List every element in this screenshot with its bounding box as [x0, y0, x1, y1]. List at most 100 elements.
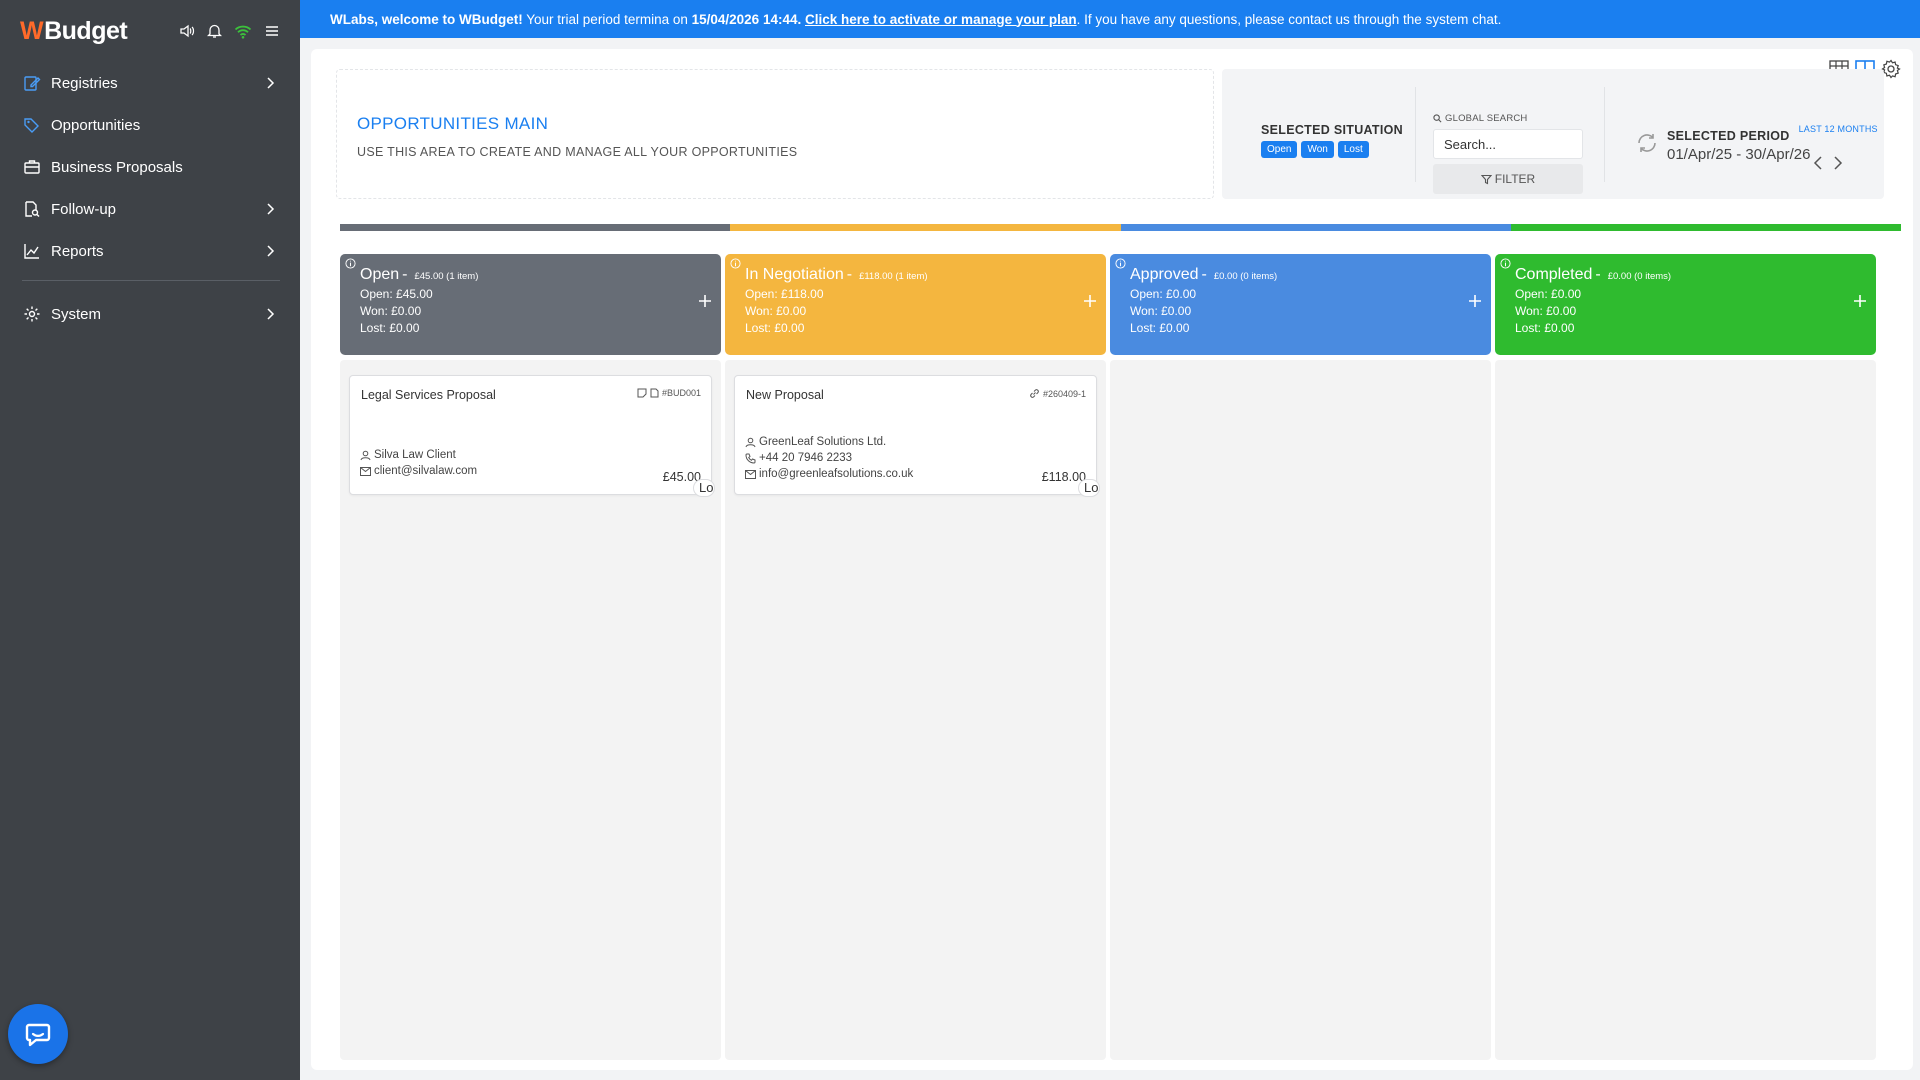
sidebar-item-label: Reports: [51, 242, 104, 260]
column-body: New Proposal #260409-1 GreenLeaf Solutio…: [725, 360, 1106, 1060]
period-title-row: SELECTED PERIOD LAST 12 MONTHS: [1667, 124, 1878, 143]
pill-open[interactable]: Open: [1261, 141, 1298, 158]
column-in-negotiation: In Negotiation - £118.00 (1 item) Open: …: [725, 254, 1106, 1060]
column-title-row: Completed - £0.00 (0 items): [1515, 266, 1672, 283]
settings-icon[interactable]: [1881, 59, 1901, 79]
sidebar-item-opportunities[interactable]: Opportunities: [0, 104, 300, 146]
chart-icon: [22, 241, 42, 261]
activate-plan-link[interactable]: Click here to activate or manage your pl…: [805, 12, 1077, 27]
progress-completed: [1510, 224, 1901, 231]
top-icons: [179, 23, 280, 39]
sidebar-item-label: Opportunities: [51, 116, 141, 134]
opportunity-card[interactable]: New Proposal #260409-1 GreenLeaf Solutio…: [734, 375, 1100, 497]
pill-won[interactable]: Won: [1301, 141, 1334, 158]
column-body: [1110, 360, 1491, 1060]
column-won-total: Won: £0.00: [1130, 304, 1192, 318]
sidebar-item-business-proposals[interactable]: Business Proposals: [0, 146, 300, 188]
speaker-icon[interactable]: [179, 23, 195, 39]
sidebar-item-system[interactable]: System: [0, 293, 300, 335]
chat-button[interactable]: [8, 1004, 68, 1064]
page-title: OPPORTUNITIES MAIN: [357, 114, 549, 133]
card-email: info@greenleafsolutions.co.uk: [745, 466, 913, 482]
filter-button[interactable]: FILTER: [1433, 164, 1583, 194]
chevron-left-icon[interactable]: [1812, 155, 1824, 171]
link-icon[interactable]: [1029, 388, 1040, 399]
column-body: [1495, 360, 1876, 1060]
pdf-icon[interactable]: [650, 388, 659, 398]
period-info: SELECTED PERIOD LAST 12 MONTHS 01/Apr/25…: [1667, 124, 1878, 163]
sidebar-divider: [22, 280, 280, 281]
card-title: New Proposal: [746, 388, 824, 402]
period-badge[interactable]: LAST 12 MONTHS: [1799, 124, 1878, 134]
wifi-icon[interactable]: [234, 24, 252, 39]
card-email-text: client@silvalaw.com: [374, 465, 478, 477]
column-summary: £118.00 (1 item): [859, 271, 928, 282]
sidebar-item-label: Registries: [51, 74, 118, 92]
info-icon[interactable]: [1500, 258, 1511, 269]
column-header: Approved - £0.00 (0 items) Open: £0.00 W…: [1110, 254, 1491, 355]
search-input[interactable]: [1433, 129, 1583, 159]
column-lost-total: Lost: £0.00: [360, 321, 420, 335]
opportunity-card[interactable]: Legal Services Proposal #BUD001 Silva La…: [349, 375, 715, 497]
search-label-row: GLOBAL SEARCH: [1433, 113, 1583, 124]
add-icon[interactable]: [1853, 294, 1867, 308]
column-lost-total: Lost: £0.00: [1130, 321, 1190, 335]
column-open: Open - £45.00 (1 item) Open: £45.00 Won:…: [340, 254, 721, 1060]
column-header: In Negotiation - £118.00 (1 item) Open: …: [725, 254, 1106, 355]
note-icon[interactable]: [637, 388, 647, 398]
global-search: GLOBAL SEARCH FILTER: [1433, 113, 1583, 194]
column-header: Completed - £0.00 (0 items) Open: £0.00 …: [1495, 254, 1876, 355]
card-phone-text: +44 20 7946 2233: [759, 452, 853, 464]
phone-icon: [745, 453, 756, 464]
search-icon: [1433, 114, 1442, 123]
refresh-icon[interactable]: [1635, 131, 1659, 155]
card-ref: #260409-1: [1029, 388, 1086, 399]
mail-icon: [360, 466, 371, 476]
period-range: 01/Apr/25 - 30/Apr/26: [1667, 146, 1811, 163]
menu-icon[interactable]: [264, 24, 280, 38]
pill-lost[interactable]: Lost: [1337, 141, 1369, 158]
add-icon[interactable]: [698, 294, 712, 308]
divider: [1604, 87, 1605, 182]
card-ref-text: #260409-1: [1042, 388, 1086, 399]
sidebar-item-label: Follow-up: [51, 200, 117, 218]
column-won-total: Won: £0.00: [745, 304, 807, 318]
column-title-row: Approved - £0.00 (0 items): [1130, 266, 1278, 283]
card-email-text: info@greenleafsolutions.co.uk: [759, 468, 914, 480]
situation-pills: Open Won Lost: [1261, 141, 1403, 158]
column-title: Completed: [1515, 266, 1593, 283]
card-status-tag[interactable]: Lo: [693, 479, 715, 497]
logo-mark: W: [20, 16, 44, 45]
search-label: GLOBAL SEARCH: [1445, 113, 1528, 124]
card-details: Silva Law Client client@silvalaw.com: [360, 447, 477, 479]
situation-title: SELECTED SITUATION: [1261, 123, 1403, 137]
add-icon[interactable]: [1083, 294, 1097, 308]
chevron-right-icon: [262, 306, 278, 322]
chat-icon: [23, 1019, 53, 1049]
card-status-tag[interactable]: Lo: [1078, 479, 1100, 497]
edit-icon: [22, 73, 42, 93]
app-logo[interactable]: W Budget: [20, 16, 128, 46]
logo-text: Budget: [44, 16, 128, 45]
stage-progress-bar: [340, 224, 1901, 231]
banner-help-text: . If you have any questions, please cont…: [1076, 11, 1502, 27]
chevron-right-icon[interactable]: [1832, 155, 1844, 171]
user-icon: [745, 437, 756, 448]
sidebar-item-follow-up[interactable]: Follow-up: [0, 188, 300, 230]
sidebar-item-registries[interactable]: Registries: [0, 62, 300, 104]
card-ref-text: #BUD001: [661, 388, 701, 398]
info-icon[interactable]: [1115, 258, 1126, 269]
info-icon[interactable]: [730, 258, 741, 269]
info-icon[interactable]: [345, 258, 356, 269]
document-search-icon: [22, 199, 42, 219]
sidebar-item-label: System: [51, 305, 102, 323]
situation-filter: SELECTED SITUATION Open Won Lost: [1261, 123, 1403, 158]
column-open-total: Open: £0.00: [1130, 287, 1197, 301]
page-header: OPPORTUNITIES MAIN USE THIS AREA TO CREA…: [336, 69, 1214, 199]
chevron-right-icon: [262, 75, 278, 91]
sidebar-item-reports[interactable]: Reports: [0, 230, 300, 272]
bell-icon[interactable]: [207, 23, 222, 39]
chevron-right-icon: [262, 243, 278, 259]
add-icon[interactable]: [1468, 294, 1482, 308]
page-subtitle: USE THIS AREA TO CREATE AND MANAGE ALL Y…: [357, 145, 798, 159]
